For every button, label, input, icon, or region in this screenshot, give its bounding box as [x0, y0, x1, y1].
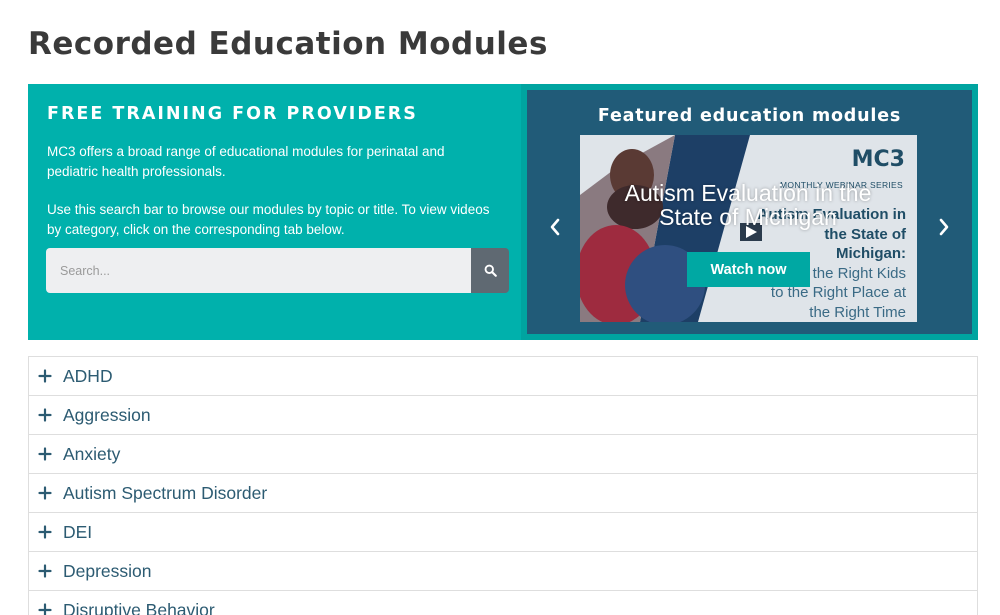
promo-description: MC3 offers a broad range of educational … — [47, 144, 445, 179]
accordion-item-dei[interactable]: DEI — [28, 512, 978, 551]
watch-now-button[interactable]: Watch now — [687, 252, 810, 287]
slide-bg-line: the State of Michigan: — [824, 225, 906, 263]
accordion-label: Depression — [63, 560, 152, 581]
accordion-item-autism[interactable]: Autism Spectrum Disorder — [28, 473, 978, 512]
slide-bg-line: the Right Time — [809, 303, 906, 321]
promo-panel: FREE TRAINING FOR PROVIDERS MC3 offers a… — [28, 84, 521, 340]
accordion-label: Aggression — [63, 404, 151, 425]
plus-icon — [38, 564, 52, 578]
search-icon — [484, 264, 497, 277]
plus-icon — [38, 525, 52, 539]
plus-icon — [38, 603, 52, 615]
accordion-label: Disruptive Behavior — [63, 599, 215, 615]
featured-slide[interactable]: MC3 MONTHLY WEBINAR SERIES Autism Evalua… — [580, 135, 917, 322]
chevron-left-icon[interactable] — [549, 218, 561, 236]
hero-banner: FREE TRAINING FOR PROVIDERS MC3 offers a… — [28, 84, 978, 340]
accordion-label: Autism Spectrum Disorder — [63, 482, 268, 503]
chevron-right-icon[interactable] — [938, 218, 950, 236]
accordion-item-disruptive-behavior[interactable]: Disruptive Behavior — [28, 590, 978, 615]
search-button[interactable] — [471, 248, 509, 293]
page-title: Recorded Education Modules — [28, 26, 548, 62]
accordion-item-aggression[interactable]: Aggression — [28, 395, 978, 434]
accordion-item-adhd[interactable]: ADHD — [28, 356, 978, 395]
plus-icon — [38, 369, 52, 383]
plus-icon — [38, 486, 52, 500]
plus-icon — [38, 447, 52, 461]
promo-heading: FREE TRAINING FOR PROVIDERS — [47, 104, 418, 124]
search-bar — [46, 248, 509, 293]
accordion-item-anxiety[interactable]: Anxiety — [28, 434, 978, 473]
promo-search-instructions: Use this search bar to browse our module… — [47, 202, 490, 237]
search-input[interactable] — [46, 248, 471, 293]
accordion-label: DEI — [63, 521, 93, 542]
featured-title: Featured education modules — [597, 106, 902, 126]
accordion-label: ADHD — [63, 365, 113, 386]
accordion-item-depression[interactable]: Depression — [28, 551, 978, 590]
category-accordion: ADHD Aggression Anxiety Autism Spectrum … — [28, 356, 978, 615]
featured-modules-panel: Featured education modules MC3 MONTHLY W… — [521, 84, 978, 340]
slide-title: Autism Evaluation in the State of Michig… — [624, 180, 872, 230]
accordion-label: Anxiety — [63, 443, 121, 464]
featured-carousel: Featured education modules MC3 MONTHLY W… — [527, 90, 972, 334]
plus-icon — [38, 408, 52, 422]
mc3-logo: MC3 — [851, 147, 905, 172]
